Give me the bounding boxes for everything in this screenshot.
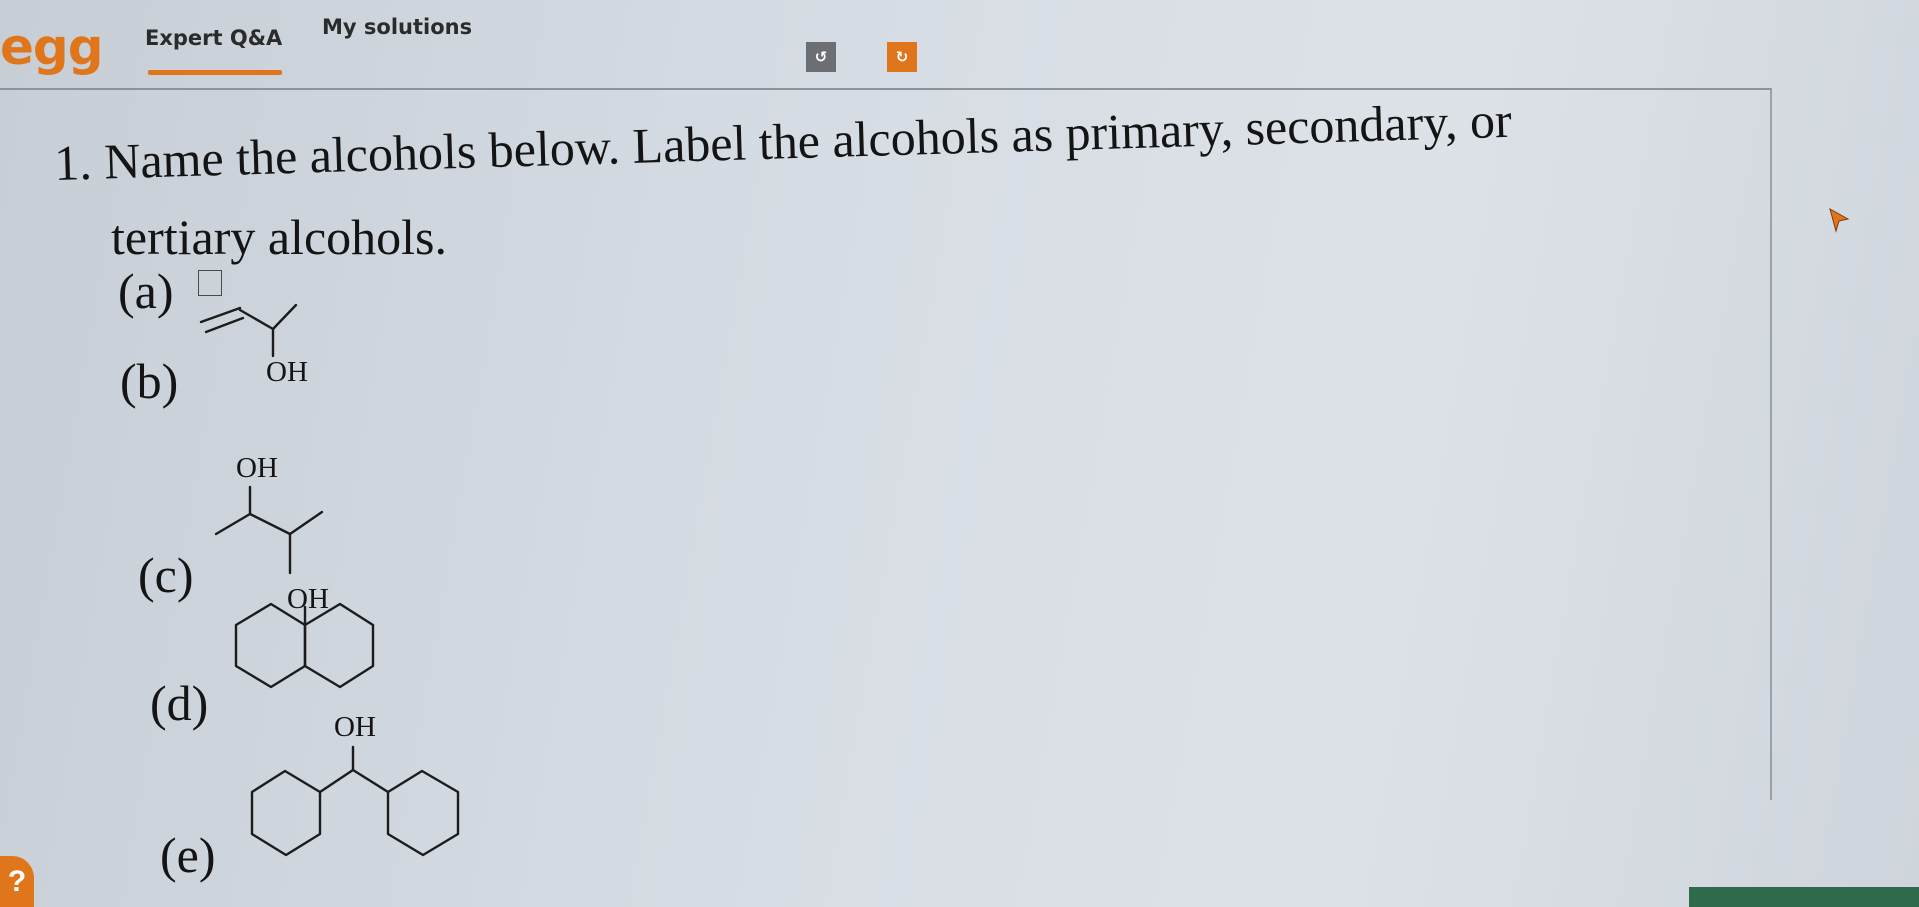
screen: egg Expert Q&A My solutions ↺ ↻ 1. Name … — [0, 0, 1919, 907]
structure-d — [234, 602, 375, 689]
chemical-structures — [199, 303, 460, 857]
help-button[interactable]: ? — [0, 856, 34, 907]
structure-b — [199, 303, 298, 358]
structure-c — [214, 485, 324, 575]
structure-e — [250, 745, 460, 857]
taskbar-edge — [1689, 887, 1919, 907]
mouse-cursor-icon — [1829, 207, 1850, 233]
